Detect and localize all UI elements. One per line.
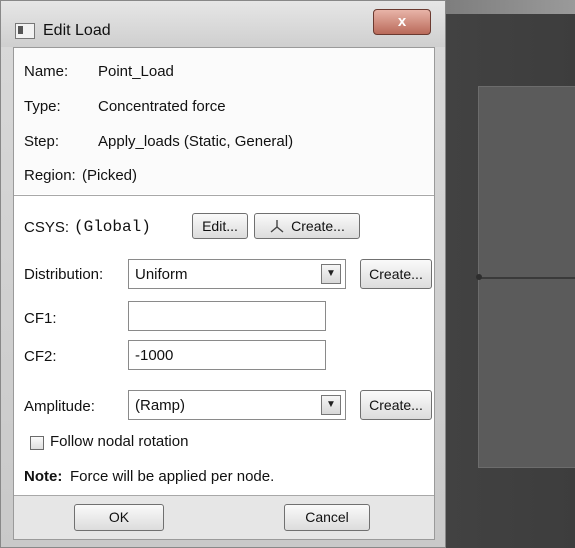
edit-load-dialog: Edit Load x Name: Point_Load Type: Conce… <box>0 0 446 548</box>
background-toolbar <box>430 0 575 14</box>
cf2-input[interactable]: -1000 <box>128 340 326 370</box>
picked-node-marker <box>476 274 482 280</box>
close-button[interactable]: x <box>373 9 431 35</box>
viewport-edge-line <box>479 277 575 279</box>
distribution-selected: Uniform <box>135 266 188 283</box>
separator-top <box>14 195 434 196</box>
amplitude-selected: (Ramp) <box>135 397 186 414</box>
window-title: Edit Load <box>43 22 111 39</box>
name-value: Point_Load <box>98 63 174 80</box>
ok-button[interactable]: OK <box>74 504 164 531</box>
region-label: Region: <box>24 167 76 184</box>
triad-icon <box>270 220 284 233</box>
csys-edit-button[interactable]: Edit... <box>192 213 248 239</box>
note-prefix: Note: <box>24 468 63 485</box>
cf2-value: -1000 <box>135 347 174 364</box>
distribution-select[interactable]: Uniform ▼ <box>128 259 346 289</box>
distribution-create-button[interactable]: Create... <box>360 259 432 289</box>
chevron-down-icon[interactable]: ▼ <box>321 395 341 415</box>
name-label: Name: <box>24 63 69 80</box>
follow-nodal-rotation-checkbox[interactable] <box>30 436 44 450</box>
chevron-down-icon[interactable]: ▼ <box>321 264 341 284</box>
step-label: Step: <box>24 133 60 150</box>
type-value: Concentrated force <box>98 98 226 115</box>
model-viewport[interactable] <box>476 86 575 468</box>
amplitude-label: Amplitude: <box>24 398 95 415</box>
cf1-label: CF1: <box>24 310 57 327</box>
csys-create-button[interactable]: Create... <box>254 213 360 239</box>
type-label: Type: <box>24 98 61 115</box>
dialog-client-area: Name: Point_Load Type: Concentrated forc… <box>13 47 435 540</box>
title-bar[interactable]: Edit Load x <box>1 1 445 47</box>
csys-create-label: Create... <box>291 218 345 234</box>
note-text: Force will be applied per node. <box>70 468 275 485</box>
amplitude-select[interactable]: (Ramp) ▼ <box>128 390 346 420</box>
window-icon <box>15 23 35 39</box>
amplitude-create-button[interactable]: Create... <box>360 390 432 420</box>
distribution-label: Distribution: <box>24 266 104 283</box>
region-value: (Picked) <box>82 167 138 184</box>
cancel-button[interactable]: Cancel <box>284 504 370 531</box>
cf1-input[interactable] <box>128 301 326 331</box>
follow-nodal-rotation-label[interactable]: Follow nodal rotation <box>50 433 188 450</box>
step-value: Apply_loads (Static, General) <box>98 133 294 150</box>
csys-value: (Global) <box>74 218 151 236</box>
cf2-label: CF2: <box>24 348 57 365</box>
csys-label: CSYS: <box>24 219 70 236</box>
load-info-panel: Name: Point_Load Type: Concentrated forc… <box>14 48 434 194</box>
button-bar: OK Cancel <box>14 496 434 539</box>
